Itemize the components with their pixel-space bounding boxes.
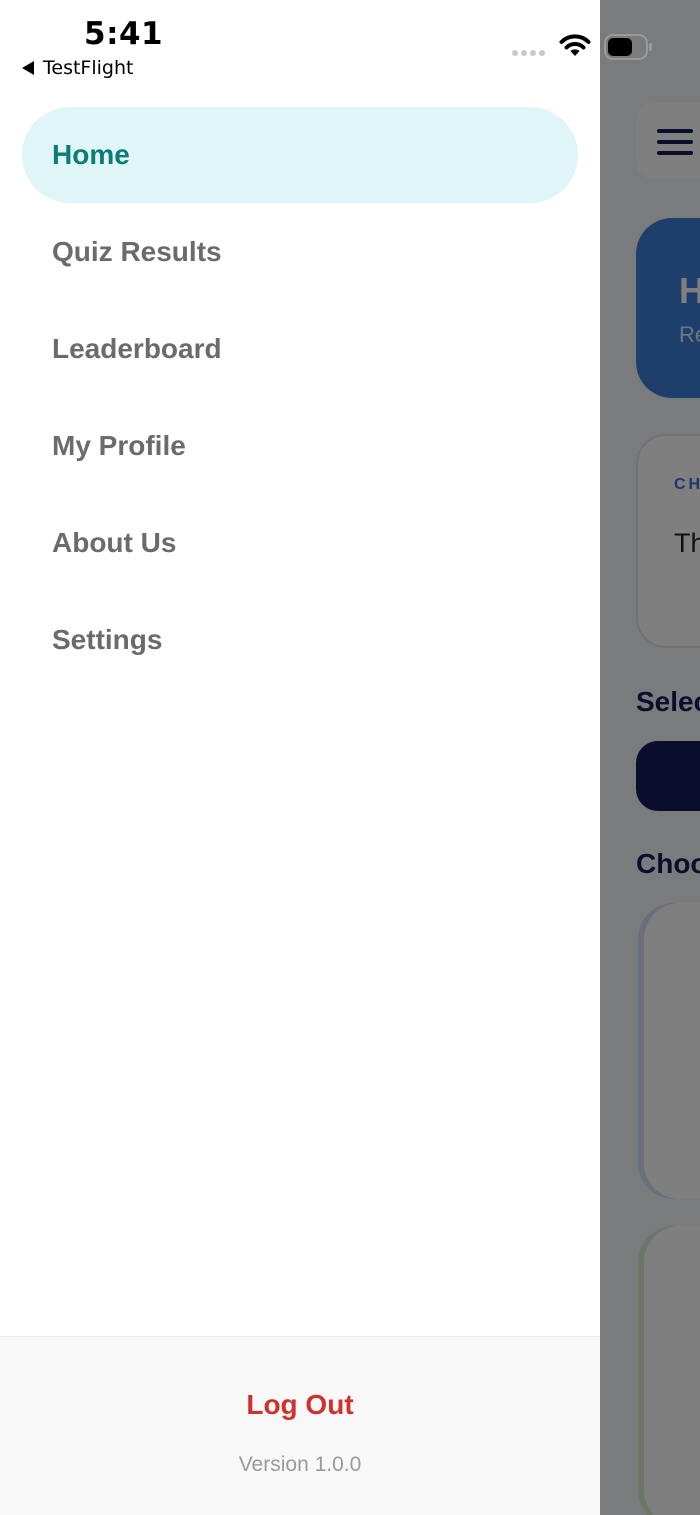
menu-item-label: Leaderboard bbox=[52, 333, 222, 364]
logout-button[interactable]: Log Out bbox=[0, 1389, 600, 1421]
battery-icon bbox=[604, 34, 652, 60]
screen: H Re CH Th Selec Choo 5:41 TestFlight bbox=[0, 0, 700, 1515]
navigation-drawer: 5:41 TestFlight Home Quiz Results Leader… bbox=[0, 0, 652, 1515]
wifi-icon bbox=[559, 34, 591, 56]
back-arrow-icon bbox=[22, 61, 34, 75]
version-label: Version 1.0.0 bbox=[238, 1453, 362, 1476]
menu-item-label: Settings bbox=[52, 624, 163, 655]
menu-item-label: My Profile bbox=[52, 430, 186, 461]
drawer-footer: Log Out Version 1.0.0 bbox=[0, 1336, 600, 1515]
cellular-signal-icon bbox=[512, 50, 545, 56]
menu-item-my-profile[interactable]: My Profile bbox=[22, 398, 578, 494]
status-time: 5:41 bbox=[84, 16, 164, 52]
menu-item-label: About Us bbox=[52, 527, 177, 558]
menu-item-about-us[interactable]: About Us bbox=[22, 495, 578, 591]
menu-item-home[interactable]: Home bbox=[22, 107, 578, 203]
menu-item-leaderboard[interactable]: Leaderboard bbox=[22, 301, 578, 397]
menu-item-label: Quiz Results bbox=[52, 236, 222, 267]
menu-item-settings[interactable]: Settings bbox=[22, 592, 578, 688]
back-to-app-link[interactable]: TestFlight bbox=[22, 55, 133, 81]
menu-item-label: Home bbox=[52, 139, 130, 170]
menu-item-quiz-results[interactable]: Quiz Results bbox=[22, 204, 578, 300]
back-app-label: TestFlight bbox=[43, 57, 134, 79]
